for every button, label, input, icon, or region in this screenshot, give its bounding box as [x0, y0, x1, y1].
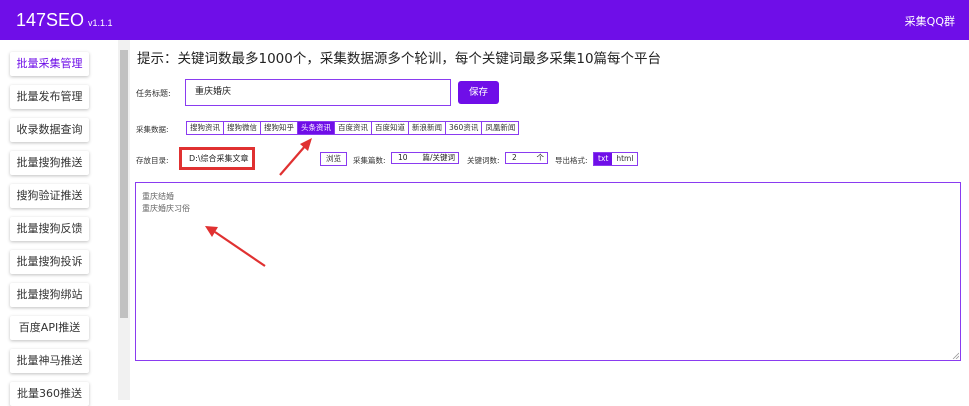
sidebar-item-shenma-push[interactable]: 批量神马推送: [10, 349, 89, 373]
app-name: 147SEO: [16, 10, 85, 30]
top-bar: 147SEO v1.1.1 采集QQ群: [0, 0, 969, 40]
source-option[interactable]: 凤凰新闻: [482, 122, 519, 134]
sidebar-scrollbar[interactable]: [118, 40, 130, 400]
sources-label: 采集数据:: [136, 125, 169, 134]
sidebar-item-sogou-verify-push[interactable]: 搜狗验证推送: [10, 184, 89, 208]
source-option[interactable]: 百度资讯: [335, 122, 372, 134]
format-html-option[interactable]: html: [612, 153, 638, 165]
task-title-input[interactable]: 重庆婚庆: [185, 79, 451, 106]
tip-text: 提示：关键词数最多1000个，采集数据源多个轮训，每个关键词最多采集10篇每个平…: [137, 51, 662, 67]
export-format-label: 导出格式:: [555, 156, 588, 165]
annotation-arrow: [205, 226, 266, 267]
sidebar-item-360-push[interactable]: 批量360推送: [10, 382, 89, 406]
sidebar-item-index-query[interactable]: 收录数据查询: [10, 118, 89, 142]
export-format-selector: txt html: [593, 152, 639, 166]
save-button[interactable]: 保存: [458, 81, 499, 104]
resize-handle-icon[interactable]: [952, 352, 959, 359]
browse-button[interactable]: 浏览: [320, 152, 347, 166]
sidebar-item-batch-collect[interactable]: 批量采集管理: [10, 52, 89, 76]
source-option[interactable]: 搜狗知乎: [261, 122, 298, 134]
save-dir-value: D:\综合采集文章: [189, 154, 249, 163]
format-txt-option[interactable]: txt: [594, 153, 613, 165]
count-unit: 篇/关键词: [422, 153, 455, 162]
sidebar-item-sogou-complaint[interactable]: 批量搜狗投诉: [10, 250, 89, 274]
save-dir-input[interactable]: D:\综合采集文章: [179, 147, 255, 170]
keyword-count-input[interactable]: 2 个: [505, 152, 548, 164]
source-option[interactable]: 360资讯: [446, 122, 483, 134]
sidebar-item-sogou-feedback[interactable]: 批量搜狗反馈: [10, 217, 89, 241]
scrollbar-thumb[interactable]: [120, 50, 128, 318]
source-option[interactable]: 搜狗资讯: [187, 122, 224, 134]
count-label: 采集篇数:: [353, 156, 386, 165]
task-title-label: 任务标题:: [136, 89, 171, 98]
keyword-count-value: 2: [512, 153, 517, 162]
keyword-line: 重庆婚庆习俗: [142, 204, 190, 213]
keyword-line: 重庆结婚: [142, 192, 174, 201]
keyword-count-unit: 个: [536, 153, 545, 162]
app-version: v1.1.1: [88, 18, 113, 28]
qq-group-link[interactable]: 采集QQ群: [905, 13, 955, 29]
source-selector: 搜狗资讯 搜狗微信 搜狗知乎 头条资讯 百度资讯 百度知道 新浪新闻 360资讯…: [186, 121, 520, 135]
app-logo: 147SEO v1.1.1: [16, 10, 113, 31]
sidebar-item-sogou-bind-site[interactable]: 批量搜狗绑站: [10, 283, 89, 307]
sidebar: 批量采集管理 批量发布管理 收录数据查询 批量搜狗推送 搜狗验证推送 批量搜狗反…: [0, 40, 118, 406]
count-value: 10: [398, 153, 408, 162]
keyword-count-label: 关键词数:: [467, 156, 500, 165]
source-option-selected[interactable]: 头条资讯: [298, 122, 335, 134]
source-option[interactable]: 百度知道: [372, 122, 409, 134]
save-dir-label: 存放目录:: [136, 156, 169, 165]
source-option[interactable]: 新浪新闻: [409, 122, 446, 134]
keywords-textarea[interactable]: 重庆结婚 重庆婚庆习俗: [135, 182, 961, 361]
sidebar-item-sogou-push[interactable]: 批量搜狗推送: [10, 151, 89, 175]
sidebar-item-batch-publish[interactable]: 批量发布管理: [10, 85, 89, 109]
annotation-arrow: [279, 138, 312, 176]
sidebar-item-baidu-api-push[interactable]: 百度API推送: [10, 316, 89, 340]
count-input[interactable]: 10 篇/关键词: [391, 152, 459, 164]
source-option[interactable]: 搜狗微信: [224, 122, 261, 134]
